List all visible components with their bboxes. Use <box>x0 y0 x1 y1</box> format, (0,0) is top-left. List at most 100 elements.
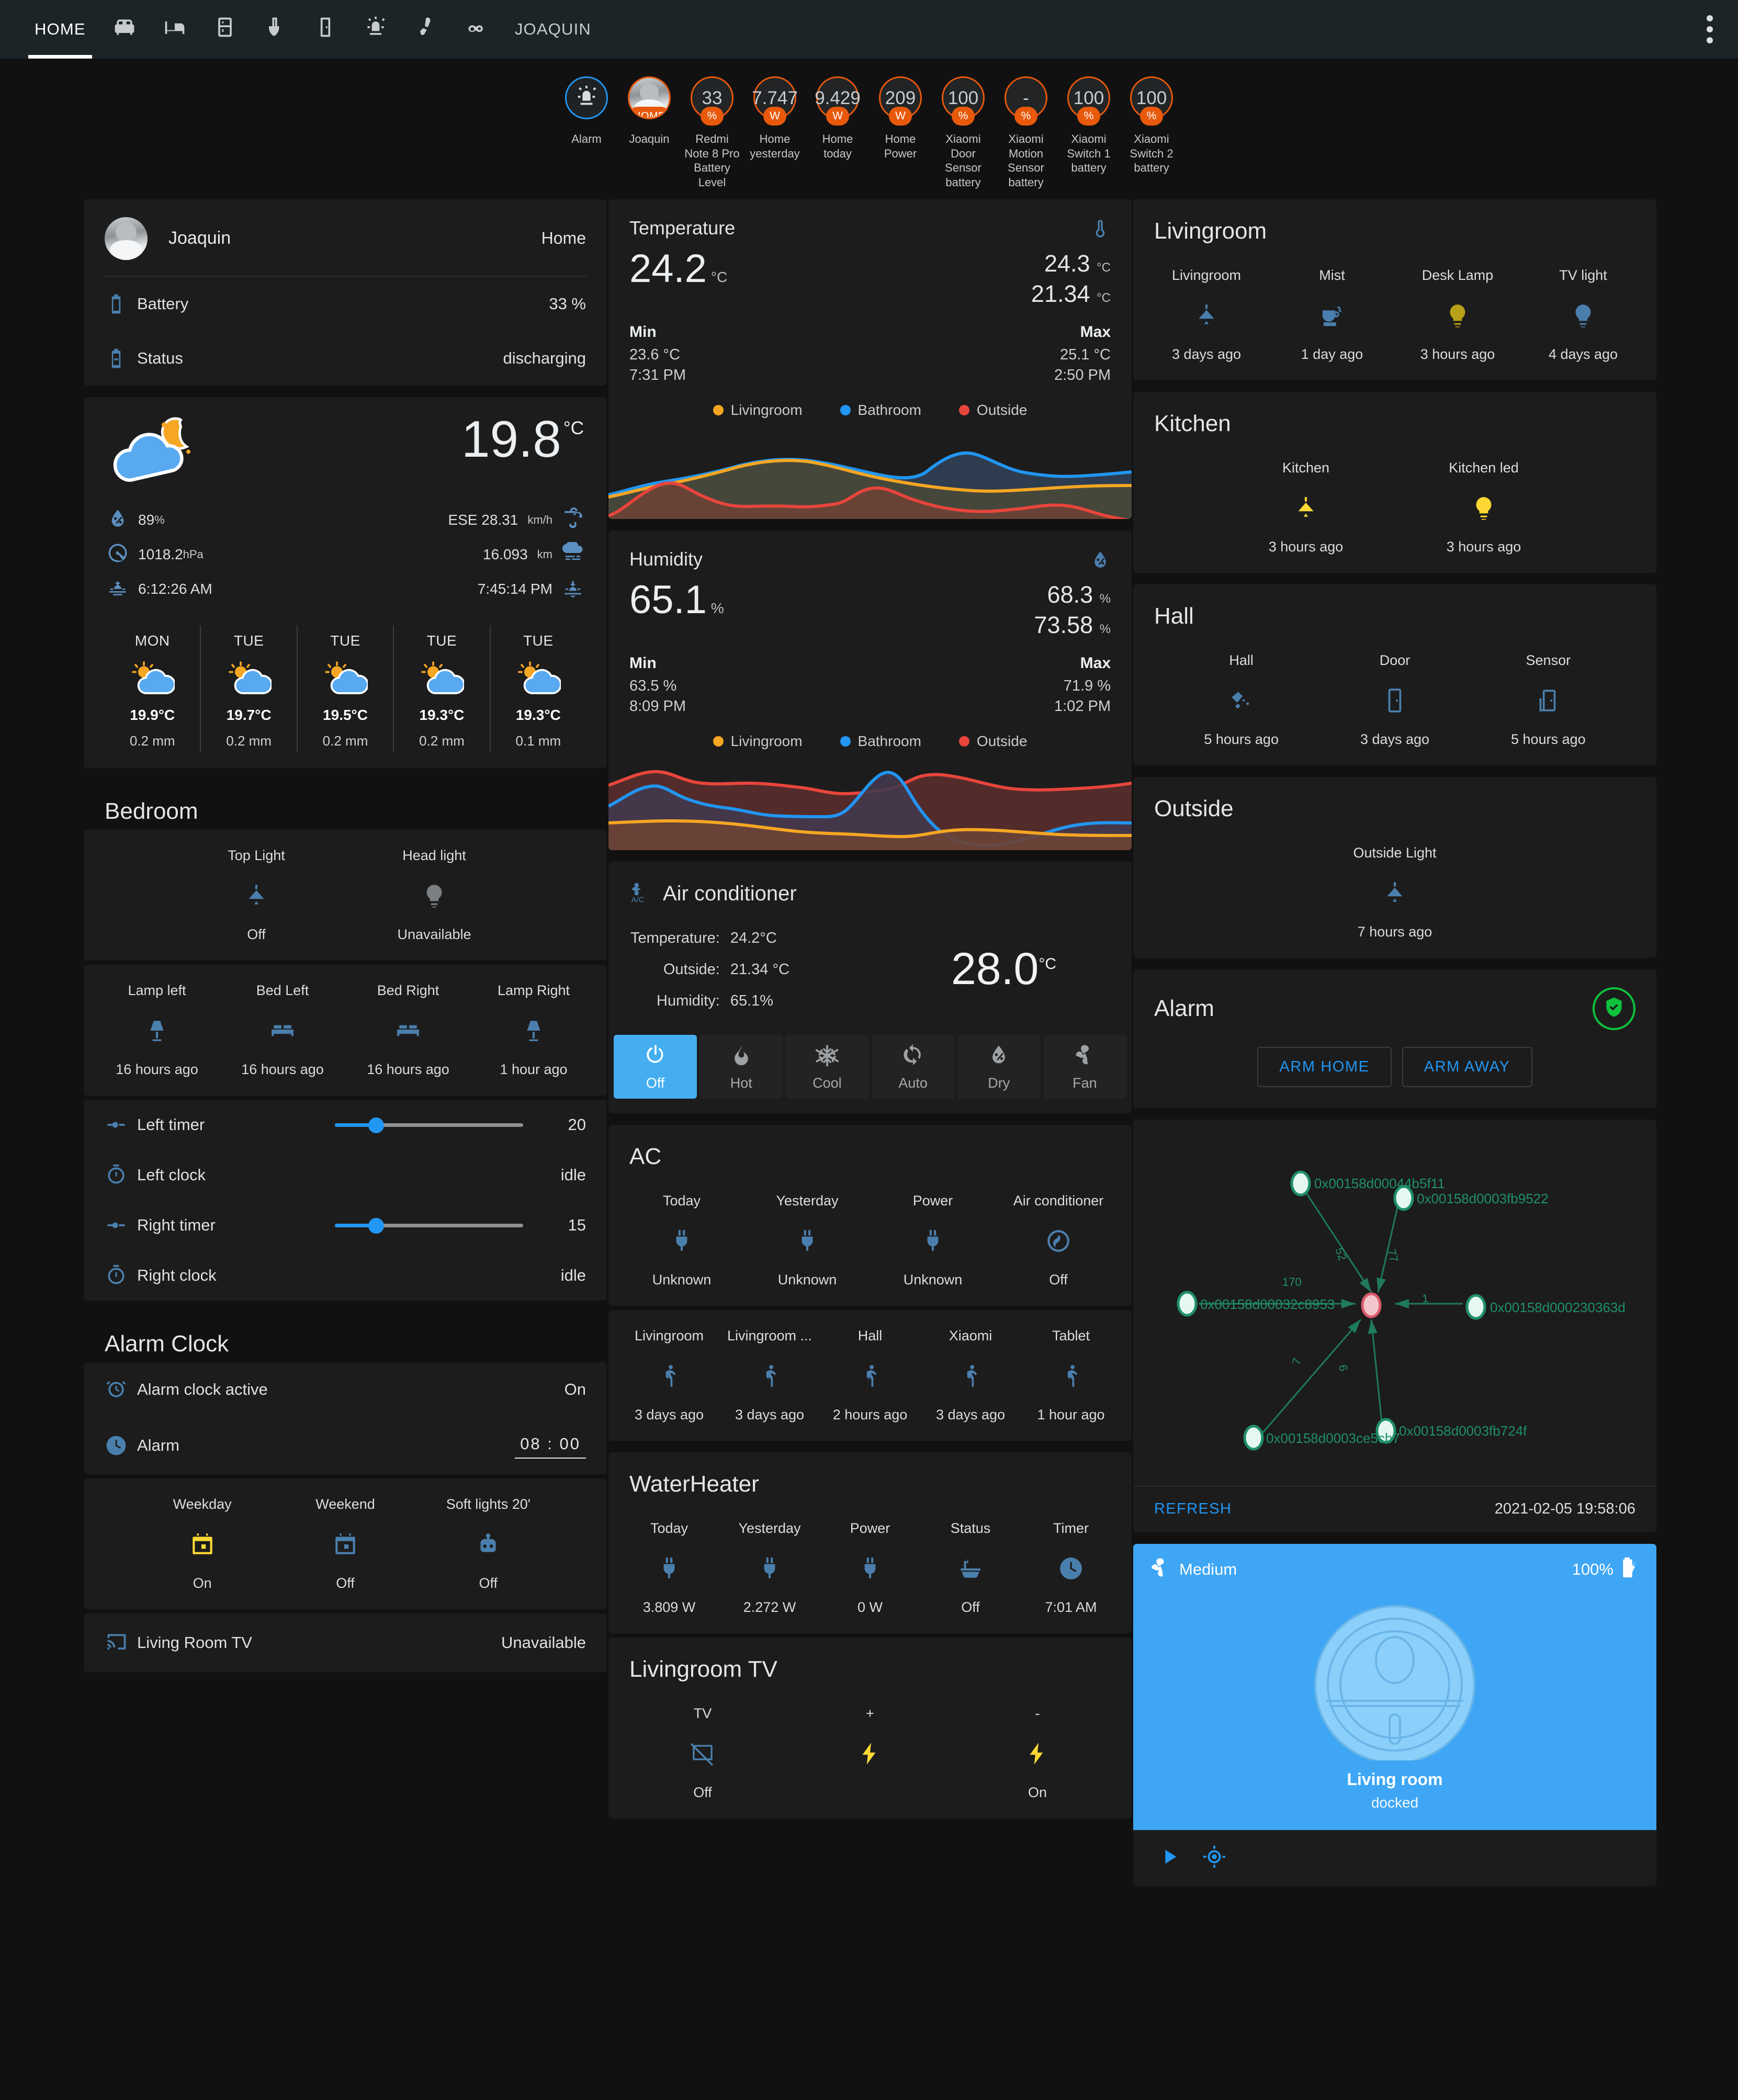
row-left-clock[interactable]: Left clock idle <box>84 1150 607 1200</box>
badge-switch1-battery[interactable]: 100 % Xiaomi Switch 1 battery <box>1064 76 1114 175</box>
row-right-timer[interactable]: Right timer 15 <box>84 1200 607 1250</box>
tab-livingroom[interactable] <box>99 0 150 59</box>
tile-hall-motion[interactable]: Hall 5 hours ago <box>1165 652 1318 748</box>
play-icon[interactable] <box>1157 1845 1181 1871</box>
tab-home[interactable]: HOME <box>21 0 99 59</box>
tile-lamp-left[interactable]: Lamp left 16 hours ago <box>94 983 220 1078</box>
row-battery[interactable]: Battery 33 % <box>84 277 607 331</box>
badge-home-today[interactable]: 9.429 W Home today <box>812 76 863 161</box>
tile-motion-hall[interactable]: Hall 2 hours ago <box>820 1328 920 1423</box>
tile-soft-lights[interactable]: Soft lights 20' Off <box>417 1496 560 1591</box>
ac-mode-dry[interactable]: Dry <box>957 1034 1041 1099</box>
ac-mode-fan[interactable]: Fan <box>1043 1034 1127 1099</box>
humidity-max-header: Max <box>1080 654 1111 672</box>
tile-lamp-right[interactable]: Lamp Right 1 hour ago <box>471 983 596 1078</box>
legend-item-livingroom[interactable]: Livingroom <box>713 402 803 419</box>
weather-humidity-row: 89 % <box>107 506 345 534</box>
badge-switch2-battery[interactable]: 100 % Xiaomi Switch 2 battery <box>1126 76 1177 175</box>
legend-item-livingroom[interactable]: Livingroom <box>713 733 803 750</box>
tab-graph[interactable] <box>451 0 501 59</box>
ac-mode-auto[interactable]: Auto <box>871 1034 955 1099</box>
tile-ac-yesterday[interactable]: Yesterday Unknown <box>744 1193 870 1288</box>
tile-wh-power[interactable]: Power 0 W <box>820 1520 920 1616</box>
tile-desk-lamp[interactable]: Desk Lamp 3 hours ago <box>1395 267 1520 363</box>
vacuum-fan-speed[interactable]: Medium <box>1149 1556 1237 1583</box>
tile-weekday[interactable]: Weekday On <box>131 1496 274 1591</box>
tile-motion-tablet[interactable]: Tablet 1 hour ago <box>1021 1328 1121 1423</box>
tile-mist[interactable]: Mist 1 day ago <box>1269 267 1395 363</box>
temperature-main-value: 24.2 <box>629 246 707 291</box>
tile-kitchen-led[interactable]: Kitchen led 3 hours ago <box>1395 460 1573 555</box>
tab-kitchen[interactable] <box>200 0 250 59</box>
tile-kitchen-light[interactable]: Kitchen 3 hours ago <box>1217 460 1395 555</box>
badge-joaquin[interactable]: HOME Joaquin <box>624 76 674 146</box>
tile-tv[interactable]: TV Off <box>619 1706 786 1801</box>
person-header[interactable]: Joaquin Home <box>84 199 607 276</box>
tile-ac-power[interactable]: Power Unknown <box>870 1193 996 1288</box>
tile-wh-today[interactable]: Today 3.809 W <box>619 1520 719 1616</box>
tab-vacuum[interactable] <box>401 0 451 59</box>
legend-item-outside[interactable]: Outside <box>958 733 1027 750</box>
tile-ac-unit[interactable]: Air conditioner Off <box>996 1193 1121 1288</box>
legend-item-bathroom[interactable]: Bathroom <box>840 402 921 419</box>
legend-item-bathroom[interactable]: Bathroom <box>840 733 921 750</box>
row-status[interactable]: Status discharging <box>84 331 607 386</box>
row-left-timer[interactable]: Left timer 20 <box>84 1100 607 1150</box>
row-alarm-time[interactable]: Alarm 08 : 00 <box>84 1417 607 1474</box>
tab-alarm[interactable] <box>351 0 401 59</box>
tile-top-light[interactable]: Top Light Off <box>167 848 345 943</box>
tile-weekend[interactable]: Weekend Off <box>274 1496 416 1591</box>
tile-livingroom-light[interactable]: Livingroom 3 days ago <box>1144 267 1269 363</box>
tile-hall-door[interactable]: Door 3 days ago <box>1318 652 1471 748</box>
tile-wh-yesterday[interactable]: Yesterday 2.272 W <box>719 1520 820 1616</box>
tile-bed-right[interactable]: Bed Right 16 hours ago <box>345 983 471 1078</box>
tab-joaquin[interactable]: JOAQUIN <box>501 0 605 59</box>
arm-home-button[interactable]: ARM HOME <box>1257 1046 1392 1087</box>
ac-mode-cool[interactable]: Cool <box>785 1034 869 1099</box>
temperature-header: Temperature <box>608 199 1132 243</box>
badge-door-sensor-battery[interactable]: 100 % Xiaomi Door Sensor battery <box>938 76 988 190</box>
tile-motion-xiaomi[interactable]: Xiaomi 3 days ago <box>920 1328 1021 1423</box>
tab-bedroom[interactable] <box>150 0 200 59</box>
tile-tv-light[interactable]: TV light 4 days ago <box>1520 267 1646 363</box>
tab-door[interactable] <box>300 0 351 59</box>
alarm-time-input[interactable]: 08 : 00 <box>515 1432 586 1459</box>
alarm-scenes-card: Weekday On Weekend Off Soft lights 20' O… <box>84 1478 607 1609</box>
arm-away-button[interactable]: ARM AWAY <box>1402 1046 1532 1087</box>
right-timer-slider[interactable] <box>335 1217 523 1234</box>
tile-outside-light[interactable]: Outside Light 7 hours ago <box>1144 845 1646 940</box>
more-vert-icon[interactable] <box>1707 15 1713 43</box>
legend-item-outside[interactable]: Outside <box>958 402 1027 419</box>
tile-wh-status[interactable]: Status Off <box>920 1520 1021 1616</box>
ac-stat-temperature-label: Temperature: <box>630 929 720 946</box>
badge-home-power[interactable]: 209 W Home Power <box>875 76 926 161</box>
row-living-room-tv[interactable]: Living Room TV Unavailable <box>84 1613 607 1672</box>
badge-alarm[interactable]: Alarm <box>561 76 612 146</box>
zigbee-network-graph[interactable]: 52 77 1 6 7 170 0x00158d00044b5f11 0x001… <box>1133 1119 1656 1486</box>
ac-mode-off-label: Off <box>646 1075 665 1091</box>
bedroom-controls-card: Left timer 20 Left clock idle Right time… <box>84 1099 607 1301</box>
tile-ac-today[interactable]: Today Unknown <box>619 1193 744 1288</box>
tile-head-light[interactable]: Head light Unavailable <box>345 848 523 943</box>
tile-wh-timer[interactable]: Timer 7:01 AM <box>1021 1520 1121 1616</box>
row-alarm-clock-active[interactable]: Alarm clock active On <box>84 1362 607 1417</box>
vacuum-body[interactable]: Medium 100% Living room docked <box>1133 1543 1656 1830</box>
tile-hall-sensor[interactable]: Sensor 5 hours ago <box>1472 652 1625 748</box>
tile-tv-volume-down[interactable]: - On <box>954 1706 1121 1801</box>
ac-mode-hot[interactable]: Hot <box>699 1034 783 1099</box>
left-timer-slider[interactable] <box>335 1117 523 1133</box>
badge-redmi-battery[interactable]: 33 % Redmi Note 8 Pro Battery Level <box>684 76 740 190</box>
tile-tv-volume-up[interactable]: + <box>786 1706 954 1801</box>
tab-bathroom[interactable] <box>250 0 300 59</box>
weather-card[interactable]: 19.8 °C 89 % 1018.2 hPa 6:12:26 AM ESE 2… <box>84 397 607 768</box>
badge-home-yesterday[interactable]: 7.747 W Home yesterday <box>750 76 800 161</box>
tile-motion-livingroom-2[interactable]: Livingroom ... 3 days ago <box>719 1328 820 1423</box>
ac-mode-off[interactable]: Off <box>614 1034 697 1099</box>
badge-motion-sensor-battery[interactable]: - % Xiaomi Motion Sensor battery <box>1001 76 1051 190</box>
tile-bed-left[interactable]: Bed Left 16 hours ago <box>220 983 345 1078</box>
target-icon[interactable] <box>1202 1845 1226 1871</box>
refresh-button[interactable]: REFRESH <box>1154 1500 1232 1518</box>
row-right-clock[interactable]: Right clock idle <box>84 1250 607 1301</box>
shield-check-icon <box>1602 995 1626 1022</box>
tile-motion-livingroom[interactable]: Livingroom 3 days ago <box>619 1328 719 1423</box>
